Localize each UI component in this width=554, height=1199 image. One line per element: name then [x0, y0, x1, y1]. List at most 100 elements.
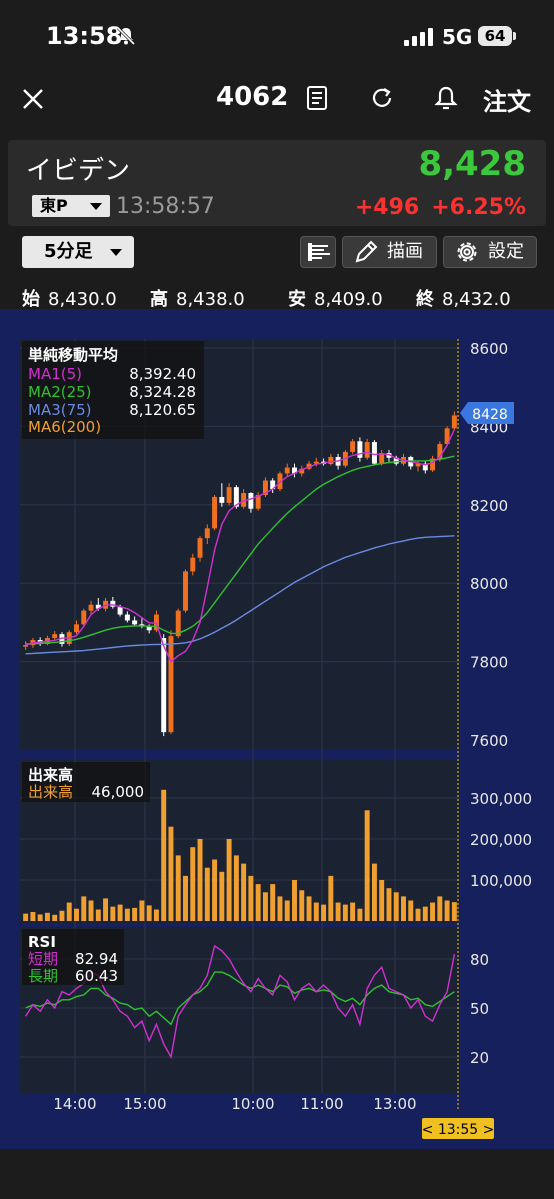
volume-bar — [190, 847, 196, 921]
status-bar: 13:58 5G 64 — [0, 0, 554, 72]
rsi-axis-tick: 50 — [470, 1000, 489, 1018]
price-axis-tick: 7600 — [470, 732, 508, 750]
bell-icon[interactable] — [432, 84, 460, 112]
pencil-icon — [355, 240, 378, 263]
rsi-axis-tick: 80 — [470, 951, 489, 969]
candle-body — [124, 614, 130, 621]
candle-body — [161, 638, 167, 733]
volume-bar — [284, 900, 290, 921]
volume-bar — [52, 914, 58, 921]
low-number: 8,409.0 — [314, 289, 383, 310]
candle-body — [52, 634, 58, 639]
nav-bar: 4062 注文 — [0, 72, 554, 128]
volume-bar — [212, 859, 218, 921]
low-label: 安 — [288, 289, 306, 310]
volume-bar — [117, 904, 123, 921]
candle-body — [183, 571, 188, 611]
market-label: 東P — [40, 196, 68, 215]
rsi-short-value: 82.94 — [75, 950, 118, 968]
bottom-bar — [0, 1150, 554, 1199]
volume-bar — [393, 892, 399, 921]
candle-body — [204, 528, 210, 539]
volume-bar — [124, 908, 130, 921]
volume-bar — [88, 900, 94, 921]
indicator-list-button[interactable] — [300, 236, 336, 268]
price-axis-tick: 7800 — [470, 654, 508, 672]
volume-bar — [313, 902, 319, 921]
volume-bar — [139, 900, 145, 921]
volume-bar — [81, 896, 87, 921]
high-value: 高 8,438.0 — [150, 285, 245, 311]
candle-body — [328, 456, 334, 465]
volume-bar — [197, 839, 203, 921]
status-time: 13:58 — [46, 22, 123, 50]
candle-body — [248, 493, 254, 509]
cursor-time-label: < 13:55 > — [422, 1122, 495, 1138]
high-label: 高 — [150, 289, 168, 310]
current-price-tag-label: 8428 — [472, 407, 508, 423]
volume-bar — [110, 906, 116, 921]
volume-bar — [401, 896, 406, 921]
volume-bar — [386, 888, 392, 921]
volume-bar — [233, 855, 239, 921]
candle-body — [284, 467, 290, 474]
volume-axis-tick: 100,000 — [470, 872, 532, 890]
volume-bar — [364, 810, 370, 921]
high-number: 8,438.0 — [176, 289, 245, 310]
volume-bar — [30, 911, 36, 921]
stock-card: イビデン 東P 13:58:57 8,428 +496 +6.25% — [8, 140, 546, 226]
candle-body — [350, 441, 356, 452]
volume-bar — [437, 896, 443, 921]
volume-bar — [219, 871, 225, 921]
volume-bar — [306, 896, 312, 921]
price-change: +496 +6.25% — [343, 195, 526, 220]
battery-tip — [513, 32, 516, 40]
candle-body — [23, 645, 29, 647]
volume-bar — [241, 863, 247, 921]
timeframe-select[interactable]: 5分足 — [22, 236, 134, 268]
time-axis-tick: 11:00 — [300, 1095, 343, 1113]
volume-bar — [23, 913, 29, 921]
volume-bar — [74, 908, 79, 921]
candle-body — [451, 415, 457, 429]
volume-bar — [66, 902, 72, 921]
ma1-label: MA1(5) — [28, 365, 82, 383]
change-percent: +6.25% — [431, 195, 526, 220]
refresh-icon[interactable] — [368, 84, 396, 112]
volume-bar — [168, 826, 174, 921]
market-select[interactable]: 東P — [32, 195, 110, 217]
ma2-value: 8,324.28 — [129, 383, 196, 401]
volume-bar — [379, 880, 385, 921]
candle-body — [212, 496, 218, 529]
battery-icon: 64 — [478, 26, 512, 46]
settings-button[interactable]: 設定 — [443, 236, 537, 268]
open-value: 始 8,430.0 — [22, 285, 117, 311]
chart-svg[interactable]: 860084008200800078007600300,000200,00010… — [0, 309, 554, 1149]
volume-bar — [146, 905, 152, 921]
ma6-label: MA6(200) — [28, 418, 101, 436]
draw-button[interactable]: 描画 — [342, 236, 437, 268]
volume-bar — [292, 880, 297, 921]
close-number: 8,432.0 — [442, 289, 511, 310]
volume-bar — [451, 902, 457, 921]
rsi-axis-tick: 20 — [470, 1049, 489, 1067]
candle-body — [364, 442, 370, 458]
candle-body — [132, 620, 138, 625]
time-axis-tick: 10:00 — [231, 1095, 274, 1113]
order-button[interactable]: 注文 — [483, 82, 531, 117]
open-number: 8,430.0 — [48, 289, 117, 310]
chart-area[interactable]: 8600 8400 8200 8000 7800 7600 300,000 200,000 10… — [0, 309, 554, 1149]
draw-label: 描画 — [387, 241, 423, 262]
volume-bar — [183, 875, 188, 921]
volume-bar — [95, 909, 101, 921]
volume-bar — [204, 867, 210, 921]
time-axis-tick: 14:00 — [53, 1095, 96, 1113]
document-icon[interactable] — [303, 84, 331, 112]
close-icon[interactable] — [20, 86, 46, 112]
candle-body — [168, 636, 174, 733]
chevron-down-icon — [110, 249, 122, 256]
volume-bar — [262, 892, 268, 921]
settings-label: 設定 — [488, 241, 524, 262]
rsi-panel-title: RSI — [28, 933, 56, 951]
volume-bar — [415, 908, 421, 921]
